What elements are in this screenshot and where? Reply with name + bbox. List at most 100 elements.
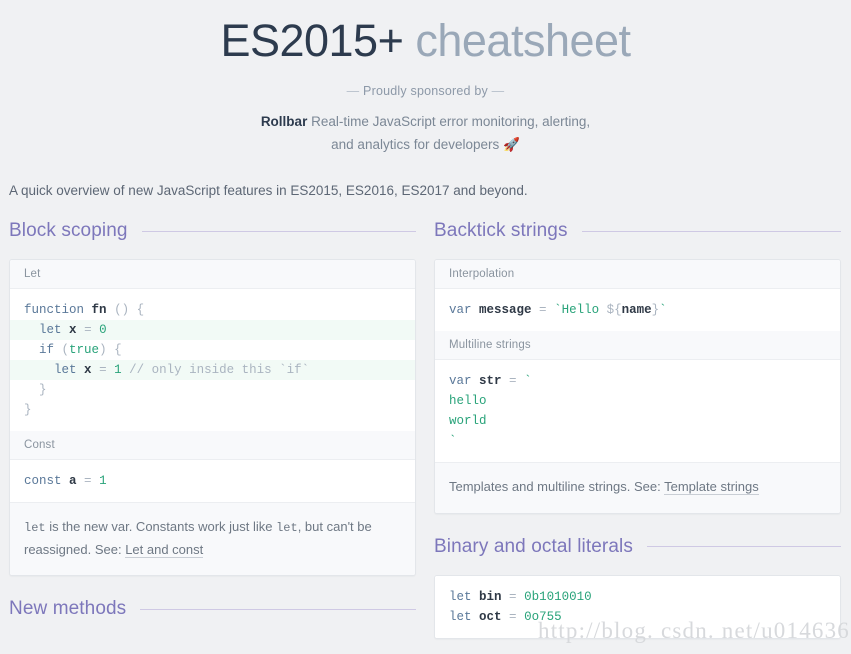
code-token: = [501,609,525,624]
page-title: ES2015+ cheatsheet [0,14,851,68]
sponsor-dash-right: — [491,84,505,98]
code-token: } [651,303,660,318]
code-line: if (true) { [10,340,415,360]
code-line: let x = 1 // only inside this `if` [10,360,415,381]
code-token: `Hello [554,303,607,318]
code-line: } [10,400,415,420]
code-token: = [76,474,100,489]
code-line: hello [435,391,840,411]
sponsor-label: Proudly sponsored by [363,84,488,98]
code-token: ` [524,374,532,389]
code-block-let: function fn () { let x = 0 if (true) { l… [10,289,415,432]
page-title-light [403,15,415,66]
card-note-backtick-strings: Templates and multiline strings. See: Te… [435,462,840,513]
code-token: ` [659,303,667,318]
code-token: function [24,303,85,318]
code-token: 1 [114,363,122,378]
code-content[interactable]: let bin = 0b1010010 let oct = 0o755 [435,587,840,627]
code-token: const [24,474,62,489]
note-text: Templates and multiline strings. See: [449,479,665,495]
section-heading-binary-octal: Binary and octal literals [434,536,841,558]
code-token: ) { [99,343,122,358]
sponsor-dash-left: — [346,84,360,98]
section-heading-block-scoping: Block scoping [9,220,416,242]
code-content[interactable]: var str = ` hello world ` [435,371,840,451]
code-line: let bin = 0b1010010 [435,587,840,607]
code-content[interactable]: const a = 1 [10,471,415,491]
code-token: // only inside this `if` [121,363,310,378]
code-token: world [449,414,487,429]
code-line: world [435,411,840,431]
code-token: 0o755 [524,609,562,624]
code-token: 0 [99,323,107,338]
card-backtick-strings: Interpolation var message = `Hello ${nam… [434,259,841,514]
right-column: Backtick strings Interpolation var messa… [434,220,841,639]
sponsor-description: Rollbar Real-time JavaScript error monit… [261,110,591,157]
code-token: = [91,363,115,378]
intro-paragraph: A quick overview of new JavaScript featu… [9,183,528,199]
sponsor-brand[interactable]: Rollbar [261,114,308,129]
code-token: message [479,303,532,318]
card-block-scoping: Let function fn () { let x = 0 if (true)… [9,259,416,577]
section-heading-backtick-strings: Backtick strings [434,220,841,242]
card-label-interpolation: Interpolation [435,260,840,290]
code-line: function fn () { [10,300,415,320]
section-title: Binary and octal literals [434,535,633,557]
code-token: if [39,343,55,358]
left-column: Block scoping Let function fn () { let x… [9,220,416,637]
section-title: New methods [9,598,127,620]
code-token: 0b1010010 [524,589,592,604]
code-line: var str = ` [435,371,840,391]
code-block-const: const a = 1 [10,460,415,503]
section-heading-new-methods: New methods [9,598,416,620]
link-template-strings[interactable]: Template strings [664,479,759,496]
code-content[interactable]: function fn () { let x = 0 if (true) { l… [10,300,415,420]
code-block-binary-octal: let bin = 0b1010010 let oct = 0o755 [435,575,840,638]
code-token: 1 [99,474,107,489]
code-token: } [24,383,47,398]
code-token: var [449,374,472,389]
code-line: let oct = 0o755 [435,607,840,627]
code-token: ${ [606,303,622,318]
page-header: ES2015+ cheatsheet — Proudly sponsored b… [0,0,851,157]
code-token: ` [449,434,457,449]
section-rule [646,546,841,548]
section-rule [140,608,416,610]
code-token: let [449,589,472,604]
note-text-1: is the new var. Constants work just like [45,519,277,535]
note-code-let-2: let [276,521,298,536]
sponsor-desc-text: Real-time JavaScript error monitoring, a… [307,114,591,153]
code-token: let [449,609,472,624]
card-label-const: Const [10,431,415,461]
code-token: = [531,303,555,318]
code-token: } [24,403,32,418]
code-token: x [69,323,77,338]
code-token: str [479,374,502,389]
note-code-let-1: let [24,521,46,536]
rocket-icon: 🚀 [503,137,520,154]
code-token: x [84,363,92,378]
code-token: oct [479,609,502,624]
section-title: Backtick strings [434,220,568,242]
code-content[interactable]: var message = `Hello ${name}` [435,300,840,320]
section-title: Block scoping [9,220,128,242]
code-token: bin [479,589,502,604]
code-token: hello [449,394,487,409]
code-line: ` [435,431,840,451]
card-label-let: Let [10,260,415,290]
code-token: let [54,363,77,378]
code-token: = [501,374,525,389]
link-let-and-const[interactable]: Let and const [125,542,204,559]
code-token: ( [54,343,70,358]
code-token: () { [114,303,145,318]
sponsor-heading: — Proudly sponsored by — [0,84,851,98]
code-token: = [76,323,100,338]
